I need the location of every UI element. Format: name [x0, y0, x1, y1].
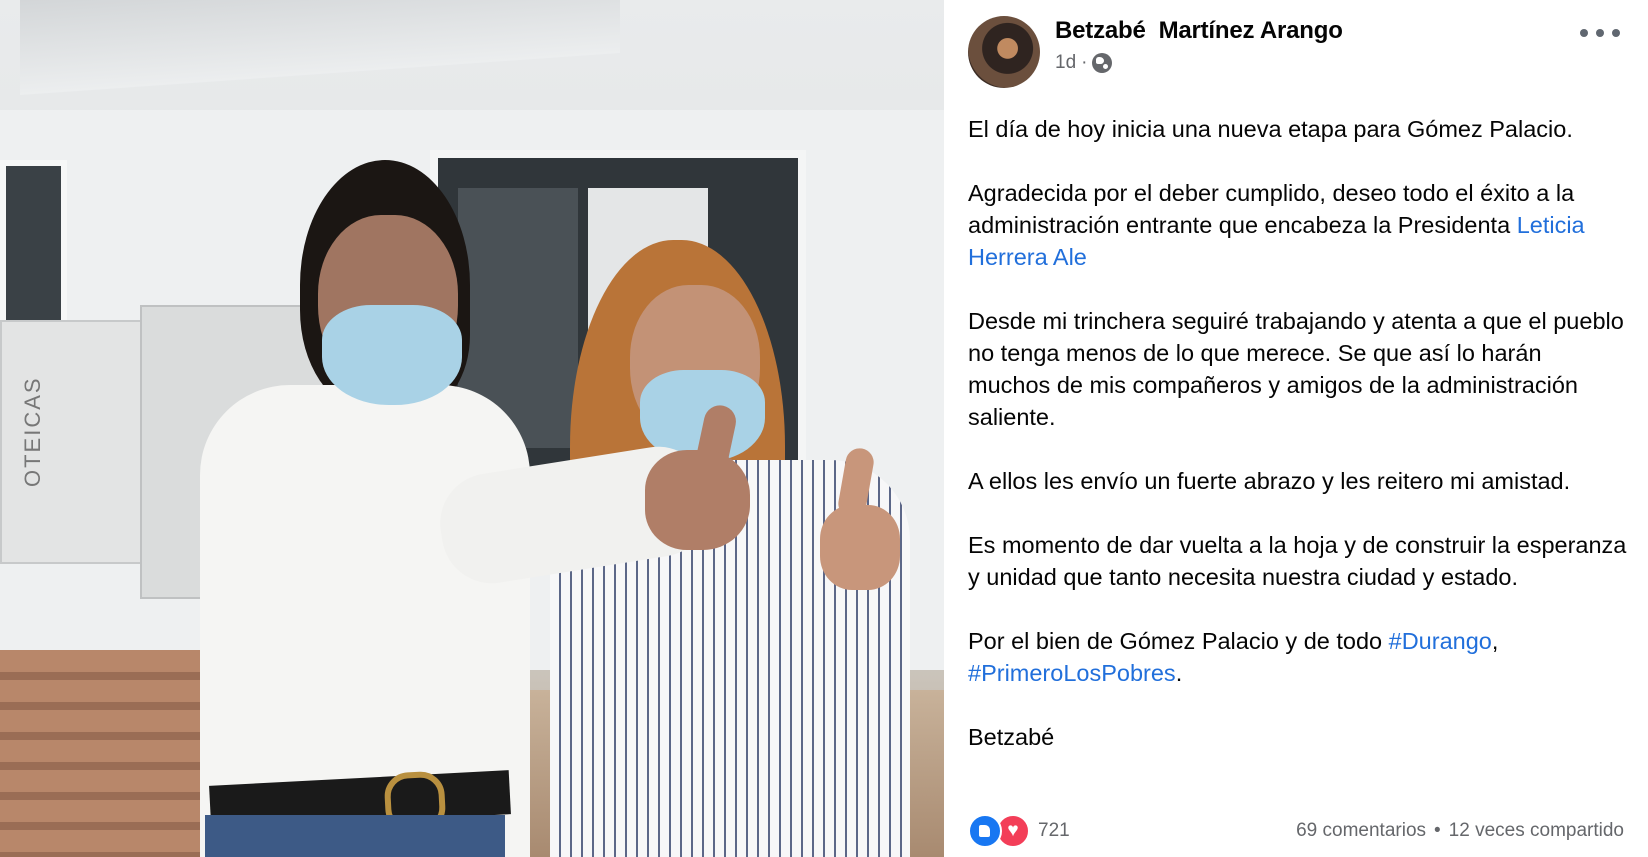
stairs — [0, 650, 210, 857]
post-meta: 1d · — [1055, 52, 1113, 74]
post-photo[interactable]: OTEICAS — [0, 0, 944, 857]
post-author[interactable]: Betzabé Martínez Arango — [1055, 17, 1343, 45]
shares-count[interactable]: 12 veces compartido — [1449, 820, 1624, 842]
woman-left-mask — [322, 305, 462, 405]
post-footer: 721 69 comentarios • 12 veces compartido — [968, 813, 1624, 849]
paragraph-6-text: Por el bien de Gómez Palacio y de todo — [968, 628, 1389, 654]
globe-icon[interactable] — [1092, 53, 1113, 73]
comments-count[interactable]: 69 comentarios — [1296, 820, 1426, 842]
more-horizontal-icon[interactable] — [1580, 22, 1620, 44]
paragraph-2-text: Agradecida por el deber cumplido, deseo … — [968, 180, 1575, 238]
paragraph-4: A ellos les envío un fuerte abrazo y les… — [968, 468, 1571, 494]
hashtag-primerolospobres[interactable]: #PrimeroLosPobres — [968, 660, 1176, 686]
footer-separator: • — [1434, 820, 1441, 841]
awning — [20, 0, 620, 95]
like-icon — [968, 814, 1002, 848]
woman-right-hand — [820, 505, 900, 590]
jeans — [205, 815, 505, 857]
paragraph-6-comma: , — [1491, 628, 1499, 654]
post-body: El día de hoy inicia una nueva etapa par… — [968, 113, 1628, 785]
paragraph-5: Es momento de dar vuelta a la hoja y de … — [968, 532, 1627, 590]
booth-text: OTEICAS — [20, 376, 45, 487]
paragraph-6: Por el bien de Gómez Palacio y de todo #… — [968, 625, 1628, 689]
paragraph-1: El día de hoy inicia una nueva etapa par… — [968, 116, 1573, 142]
avatar[interactable] — [968, 16, 1040, 88]
reaction-count: 721 — [1038, 820, 1070, 841]
paragraph-6-end: . — [1175, 660, 1183, 686]
reaction-summary[interactable]: 721 — [968, 814, 1070, 848]
post-panel: Betzabé Martínez Arango 1d · El día de h… — [944, 0, 1648, 857]
paragraph-7-signature: Betzabé — [968, 724, 1055, 750]
paragraph-2: Agradecida por el deber cumplido, deseo … — [968, 177, 1628, 273]
hashtag-durango[interactable]: #Durango — [1389, 628, 1492, 654]
meta-separator: · — [1081, 52, 1088, 73]
post-timestamp[interactable]: 1d — [1055, 52, 1076, 74]
woman-left-fist — [645, 450, 750, 550]
window-left — [0, 160, 67, 337]
paragraph-3: Desde mi trinchera seguiré trabajando y … — [968, 308, 1624, 430]
